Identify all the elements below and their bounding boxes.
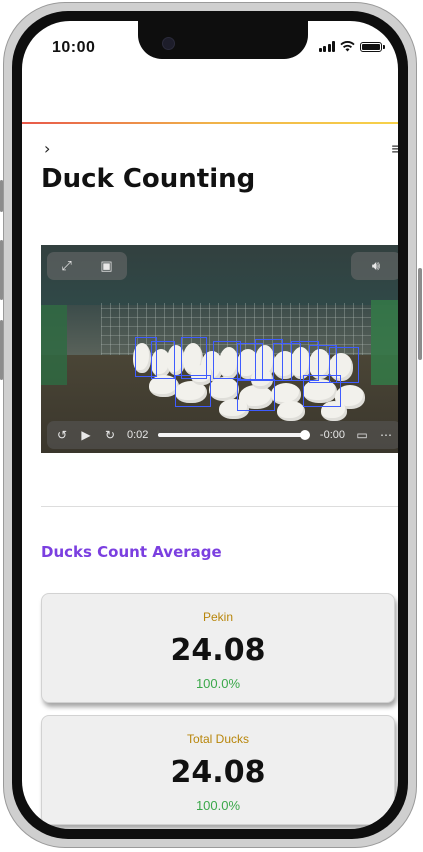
video-net-right — [371, 300, 398, 385]
hamburger-menu-icon[interactable]: ≡ — [391, 139, 398, 158]
elapsed-time: 0:02 — [127, 429, 149, 441]
phone-bezel: 10:00 › ≡ Duck Counting ⤢ ▣ 🔊︎ ↺ ▶ ↻ 0:0… — [12, 11, 408, 839]
status-bar: 10:00 — [22, 21, 398, 71]
status-time: 10:00 — [52, 39, 96, 56]
skip-back-icon[interactable]: ↺ — [55, 428, 69, 442]
status-icons — [318, 41, 385, 52]
card-value: 24.08 — [170, 755, 266, 790]
airplay-icon[interactable]: ▭ — [355, 428, 369, 442]
phone-frame: 10:00 › ≡ Duck Counting ⤢ ▣ 🔊︎ ↺ ▶ ↻ 0:0… — [3, 2, 417, 848]
volume-down-button — [0, 320, 3, 380]
video-net-left — [41, 305, 67, 385]
skip-forward-icon[interactable]: ↻ — [103, 428, 117, 442]
section-divider — [41, 506, 398, 507]
chevron-right-icon[interactable]: › — [44, 139, 50, 158]
section-title: Ducks Count Average — [41, 543, 222, 561]
battery-icon — [360, 41, 385, 52]
video-top-left-controls: ⤢ ▣ — [47, 252, 127, 280]
cellular-signal-icon — [318, 41, 335, 52]
scrubber-knob[interactable] — [300, 430, 311, 440]
front-camera — [162, 37, 175, 50]
volume-icon[interactable]: 🔊︎ — [372, 258, 380, 274]
video-control-bar: ↺ ▶ ↻ 0:02 -0:00 ▭ ⋯ — [47, 421, 398, 449]
silent-switch — [0, 180, 3, 212]
play-icon[interactable]: ▶ — [79, 428, 93, 442]
volume-control[interactable]: 🔊︎ — [351, 252, 398, 280]
scrubber-played — [158, 433, 306, 437]
picture-in-picture-icon[interactable]: ▣ — [100, 258, 112, 274]
count-card-total-ducks: Total Ducks 24.08 100.0% — [41, 715, 395, 825]
wifi-icon — [340, 41, 355, 52]
video-scrubber[interactable] — [158, 430, 311, 440]
more-options-icon[interactable]: ⋯ — [379, 428, 393, 442]
card-value: 24.08 — [170, 633, 266, 668]
page-title: Duck Counting — [41, 164, 256, 194]
volume-up-button — [0, 240, 3, 300]
remaining-time: -0:00 — [319, 429, 345, 441]
card-label: Pekin — [202, 610, 234, 624]
count-card-pekin: Pekin 24.08 100.0% — [41, 593, 395, 703]
power-button — [418, 268, 422, 360]
card-percent: 100.0% — [195, 676, 241, 691]
card-label: Total Ducks — [186, 732, 250, 746]
phone-screen: 10:00 › ≡ Duck Counting ⤢ ▣ 🔊︎ ↺ ▶ ↻ 0:0… — [22, 21, 398, 829]
fullscreen-icon[interactable]: ⤢ — [61, 258, 71, 274]
header-accent-bar — [22, 122, 398, 124]
card-percent: 100.0% — [195, 798, 241, 813]
video-player[interactable]: ⤢ ▣ 🔊︎ ↺ ▶ ↻ 0:02 -0:00 ▭ ⋯ — [41, 245, 398, 453]
